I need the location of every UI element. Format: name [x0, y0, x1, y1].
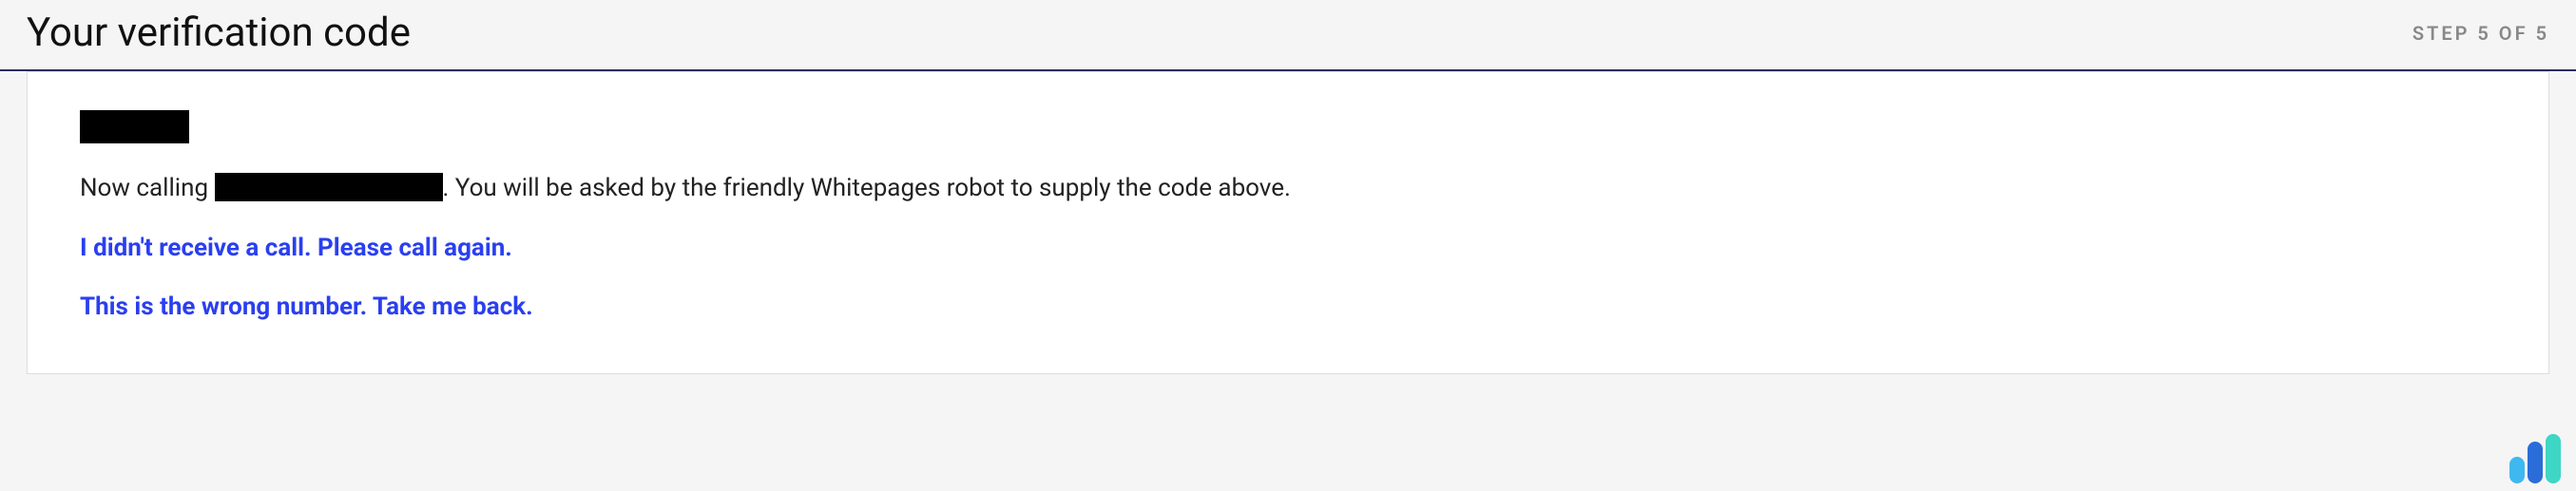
- calling-instruction: Now calling . You will be asked by the f…: [80, 174, 2496, 203]
- call-again-link[interactable]: I didn't receive a call. Please call aga…: [80, 234, 2496, 262]
- header-row: Your verification code STEP 5 OF 5: [0, 0, 2576, 71]
- logo-bar: [2509, 457, 2525, 483]
- logo-icon: [2509, 434, 2561, 483]
- calling-suffix: . You will be asked by the friendly Whit…: [443, 174, 1291, 202]
- verification-card: Now calling . You will be asked by the f…: [27, 71, 2549, 374]
- page-title: Your verification code: [27, 9, 411, 56]
- logo-bar: [2546, 434, 2561, 483]
- calling-prefix: Now calling: [80, 174, 215, 202]
- logo-bar: [2528, 442, 2543, 483]
- step-indicator: STEP 5 OF 5: [2413, 22, 2549, 45]
- wrong-number-link[interactable]: This is the wrong number. Take me back.: [80, 293, 2496, 321]
- verification-code-redacted: [80, 110, 189, 143]
- phone-number-redacted: [215, 173, 443, 201]
